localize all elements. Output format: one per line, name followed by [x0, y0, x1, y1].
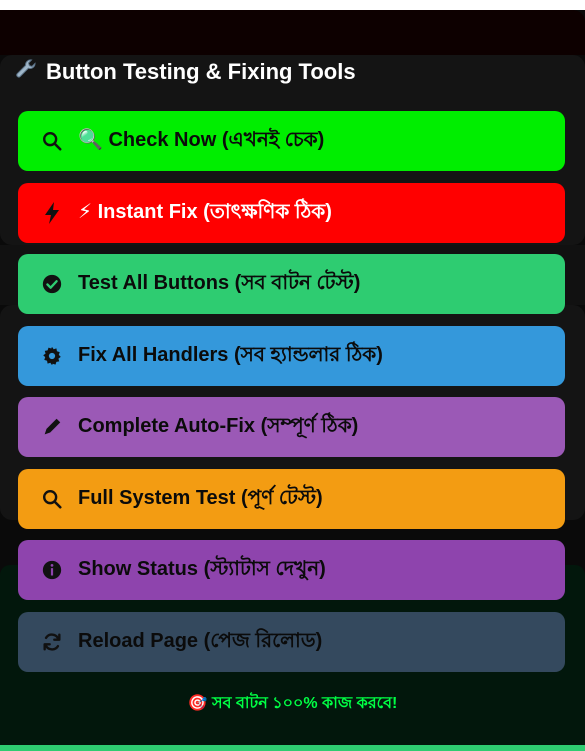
reload-page-button[interactable]: Reload Page (পেজ রিলোড) [18, 612, 565, 672]
show-status-label: Show Status (স্ট্যাটাস দেখুন) [78, 557, 326, 580]
fix-all-handlers-button[interactable]: Fix All Handlers (সব হ্যান্ডলার ঠিক) [18, 326, 565, 386]
reload-page-label: Reload Page (পেজ রিলোড) [78, 629, 323, 652]
full-system-test-label: Full System Test (পূর্ণ টেস্ট) [78, 486, 323, 509]
instant-fix-label: ⚡ Instant Fix (তাৎক্ষণিক ঠিক) [78, 200, 332, 223]
complete-auto-fix-label: Complete Auto-Fix (সম্পূর্ণ ঠিক) [78, 414, 359, 437]
search-icon [40, 487, 64, 511]
panel-title: Button Testing & Fixing Tools [14, 58, 356, 86]
panel-title-text: Button Testing & Fixing Tools [46, 59, 356, 84]
instant-fix-button[interactable]: ⚡ Instant Fix (তাৎক্ষণিক ঠিক) [18, 183, 565, 243]
check-circle-icon [40, 272, 64, 296]
gear-icon [40, 344, 64, 368]
header-band [0, 10, 585, 55]
test-all-buttons-button[interactable]: Test All Buttons (সব বাটন টেস্ট) [18, 254, 565, 314]
status-footer-text: 🎯 সব বাটন ১০০% কাজ করবে! [187, 695, 398, 712]
bottom-accent-line [0, 745, 585, 751]
show-status-button[interactable]: Show Status (স্ট্যাটাস দেখুন) [18, 540, 565, 600]
top-strip [0, 0, 585, 10]
bolt-icon [40, 201, 64, 225]
check-now-label: 🔍 Check Now (এখনই চেক) [78, 128, 325, 151]
fix-all-handlers-label: Fix All Handlers (সব হ্যান্ডলার ঠিক) [78, 343, 383, 366]
reload-icon [40, 630, 64, 654]
test-all-buttons-label: Test All Buttons (সব বাটন টেস্ট) [78, 271, 361, 294]
full-system-test-button[interactable]: Full System Test (পূর্ণ টেস্ট) [18, 469, 565, 529]
pencil-icon [40, 415, 64, 439]
check-now-button[interactable]: 🔍 Check Now (এখনই চেক) [18, 111, 565, 171]
info-icon [40, 558, 64, 582]
wrench-icon [14, 57, 38, 87]
search-icon [40, 129, 64, 153]
complete-auto-fix-button[interactable]: Complete Auto-Fix (সম্পূর্ণ ঠিক) [18, 397, 565, 457]
